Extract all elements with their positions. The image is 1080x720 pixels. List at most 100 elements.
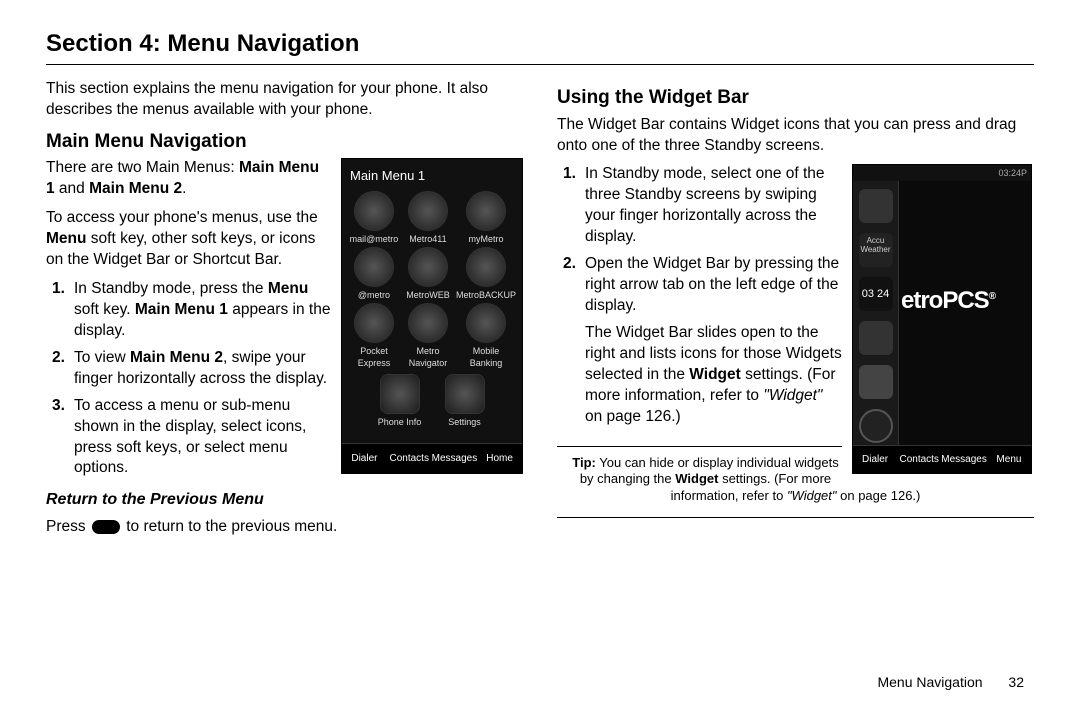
phone-softkey-bar: Dialer Contacts Messages Home: [342, 443, 522, 473]
softkey: Dialer: [342, 443, 387, 473]
text-italic: "Widget": [763, 387, 822, 404]
text-bold: Main Menu 1: [135, 301, 228, 318]
widget-block: 03:24P AccuWeather 03 24 etroPCS® Dialer…: [557, 164, 1034, 435]
icon-label: MetroWEB: [406, 290, 450, 300]
two-column-layout: This section explains the menu navigatio…: [46, 79, 1034, 546]
tip-rule-top: [557, 446, 842, 447]
text-bold: Main Menu 2: [89, 180, 182, 197]
icon-label: Phone Info: [378, 417, 422, 427]
app-icon: MetroWEB: [402, 247, 454, 301]
widget-slide-para: The Widget Bar slides open to the right …: [585, 323, 842, 428]
text: on page 126.): [585, 408, 681, 425]
icon-label: @metro: [358, 290, 390, 300]
step-number: 1.: [557, 164, 585, 248]
text: soft key, other soft keys, or icons on t…: [46, 230, 315, 268]
return-sentence: Press to return to the previous menu.: [46, 517, 523, 538]
text-bold: Menu: [46, 230, 86, 247]
icon-label: myMetro: [468, 234, 503, 244]
softkey: Messages: [432, 443, 478, 473]
step-text: Open the Widget Bar by pressing the righ…: [585, 254, 842, 435]
wallpaper-brand: etroPCS®: [899, 285, 1031, 317]
list-item: 1. In Standby mode, press the Menu soft …: [46, 279, 331, 342]
app-icon: Metro Navigator: [402, 303, 454, 369]
phone-icon-grid: mail@metro Metro411 myMetro @metro Metro…: [346, 191, 518, 370]
text: Press: [46, 518, 90, 535]
tip-label: Tip:: [572, 455, 596, 470]
phone-frame: Main Menu 1 mail@metro Metro411 myMetro …: [341, 158, 523, 474]
heading-widget-bar: Using the Widget Bar: [557, 85, 1034, 111]
step-text: To view Main Menu 2, swipe your finger h…: [74, 348, 331, 390]
widget-icon: [859, 321, 893, 355]
icon-label: Metro411: [409, 234, 446, 244]
softkey: Contacts: [897, 445, 941, 473]
intro-text: This section explains the menu navigatio…: [46, 79, 523, 121]
text: To view: [74, 349, 130, 366]
widget-icon: [859, 189, 893, 223]
text-bold: Main Menu 2: [130, 349, 223, 366]
text-bold: Menu: [268, 280, 308, 297]
phone-frame-2: 03:24P AccuWeather 03 24 etroPCS® Dialer…: [852, 164, 1032, 474]
widget-alarm-icon: [859, 409, 893, 443]
main-menu-block: Main Menu 1 mail@metro Metro411 myMetro …: [46, 158, 523, 479]
phone-title: Main Menu 1: [346, 163, 518, 191]
phone-screenshot-widget: 03:24P AccuWeather 03 24 etroPCS® Dialer…: [852, 164, 1034, 474]
step-number: 2.: [557, 254, 585, 435]
softkey: Contacts: [387, 443, 432, 473]
phone-status-bar: 03:24P: [853, 165, 1031, 181]
list-item: 1. In Standby mode, select one of the th…: [557, 164, 842, 248]
text-bold: Widget: [689, 366, 741, 383]
footer-section-label: Menu Navigation: [877, 674, 982, 690]
app-icon: Settings: [433, 374, 496, 428]
step-number: 1.: [46, 279, 74, 342]
footer-page-number: 32: [1008, 674, 1024, 690]
text: and: [55, 180, 89, 197]
text: to return to the previous menu.: [122, 518, 337, 535]
icon-label: mail@metro: [350, 234, 399, 244]
widget-intro: The Widget Bar contains Widget icons tha…: [557, 115, 1034, 157]
page-footer: Menu Navigation 32: [877, 674, 1024, 690]
app-icon: Metro411: [402, 191, 454, 245]
tip-rule-bottom: [557, 517, 1034, 518]
widget-bar: AccuWeather 03 24: [853, 181, 899, 445]
step-number: 2.: [46, 348, 74, 390]
softkey: Home: [477, 443, 522, 473]
back-key-icon: [92, 520, 120, 534]
heading-return-previous: Return to the Previous Menu: [46, 489, 523, 511]
icon-label: Mobile Banking: [470, 346, 503, 368]
icon-label: MetroBACKUP: [456, 290, 516, 300]
phone-screenshot-main-menu: Main Menu 1 mail@metro Metro411 myMetro …: [341, 158, 523, 474]
step-text: In Standby mode, press the Menu soft key…: [74, 279, 331, 342]
softkey: Dialer: [853, 445, 897, 473]
icon-label: Pocket Express: [358, 346, 391, 368]
phone-icon-row2: Phone Info Settings: [346, 370, 518, 428]
app-icon: Mobile Banking: [456, 303, 516, 369]
section-title: Section 4: Menu Navigation: [46, 30, 1034, 58]
text: To access your phone's menus, use the: [46, 209, 318, 226]
step-text: In Standby mode, select one of the three…: [585, 164, 842, 248]
app-icon: myMetro: [456, 191, 516, 245]
text: In Standby mode, press the: [74, 280, 268, 297]
icon-label: Settings: [448, 417, 481, 427]
heading-main-menu-nav: Main Menu Navigation: [46, 129, 523, 155]
text: soft key.: [74, 301, 135, 318]
app-icon: Pocket Express: [348, 303, 400, 369]
text: on page 126.): [837, 488, 921, 503]
list-item: 2. To view Main Menu 2, swipe your finge…: [46, 348, 331, 390]
step-text: To access a menu or sub-menu shown in th…: [74, 396, 331, 480]
text: .: [182, 180, 186, 197]
text: Open the Widget Bar by pressing the righ…: [585, 255, 839, 314]
right-column: Using the Widget Bar The Widget Bar cont…: [557, 79, 1034, 546]
title-rule: [46, 64, 1034, 65]
list-item: 3. To access a menu or sub-menu shown in…: [46, 396, 331, 480]
softkey: Menu: [987, 445, 1031, 473]
widget-clock-icon: 03 24: [859, 277, 893, 311]
text-bold: Widget: [675, 471, 718, 486]
icon-label: Metro Navigator: [409, 346, 448, 368]
step-number: 3.: [46, 396, 74, 480]
left-column: This section explains the menu navigatio…: [46, 79, 523, 546]
status-time: 03:24P: [998, 168, 1027, 178]
text-italic: "Widget": [787, 488, 837, 503]
app-icon: MetroBACKUP: [456, 247, 516, 301]
phone-softkey-bar: Dialer Contacts Messages Menu: [853, 445, 1031, 473]
list-item: 2. Open the Widget Bar by pressing the r…: [557, 254, 842, 435]
